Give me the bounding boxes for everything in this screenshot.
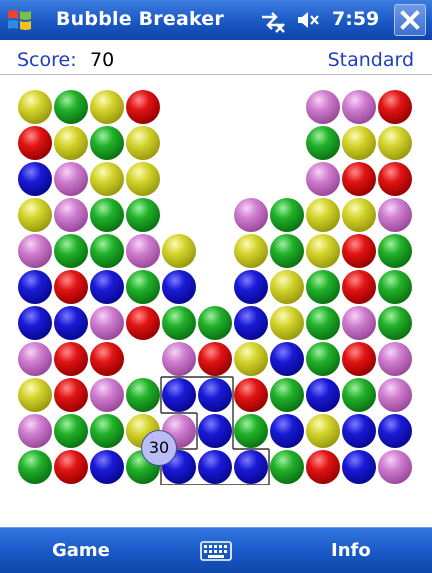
game-board[interactable]: 30: [17, 89, 413, 485]
selection-outline: [160, 376, 270, 485]
score-label: Score:: [17, 49, 77, 71]
selection-points-bubble: 30: [141, 430, 177, 466]
game-menu-softkey[interactable]: Game: [52, 540, 110, 561]
keyboard-icon[interactable]: [200, 540, 232, 562]
score-bar: Score: 70 Standard: [0, 40, 432, 75]
app-title: Bubble Breaker: [56, 8, 224, 30]
title-bar: Bubble Breaker 7:59: [0, 0, 432, 40]
connectivity-icon[interactable]: [258, 8, 286, 34]
game-mode-label: Standard: [327, 49, 414, 71]
info-softkey[interactable]: Info: [331, 540, 371, 561]
close-button[interactable]: [394, 4, 426, 36]
score-value: 70: [90, 49, 115, 71]
close-icon: [400, 10, 420, 30]
volume-muted-icon[interactable]: [296, 9, 322, 31]
clock[interactable]: 7:59: [332, 8, 379, 30]
bottom-menu-bar: Game Info: [0, 527, 432, 573]
windows-start-icon[interactable]: [6, 6, 34, 34]
